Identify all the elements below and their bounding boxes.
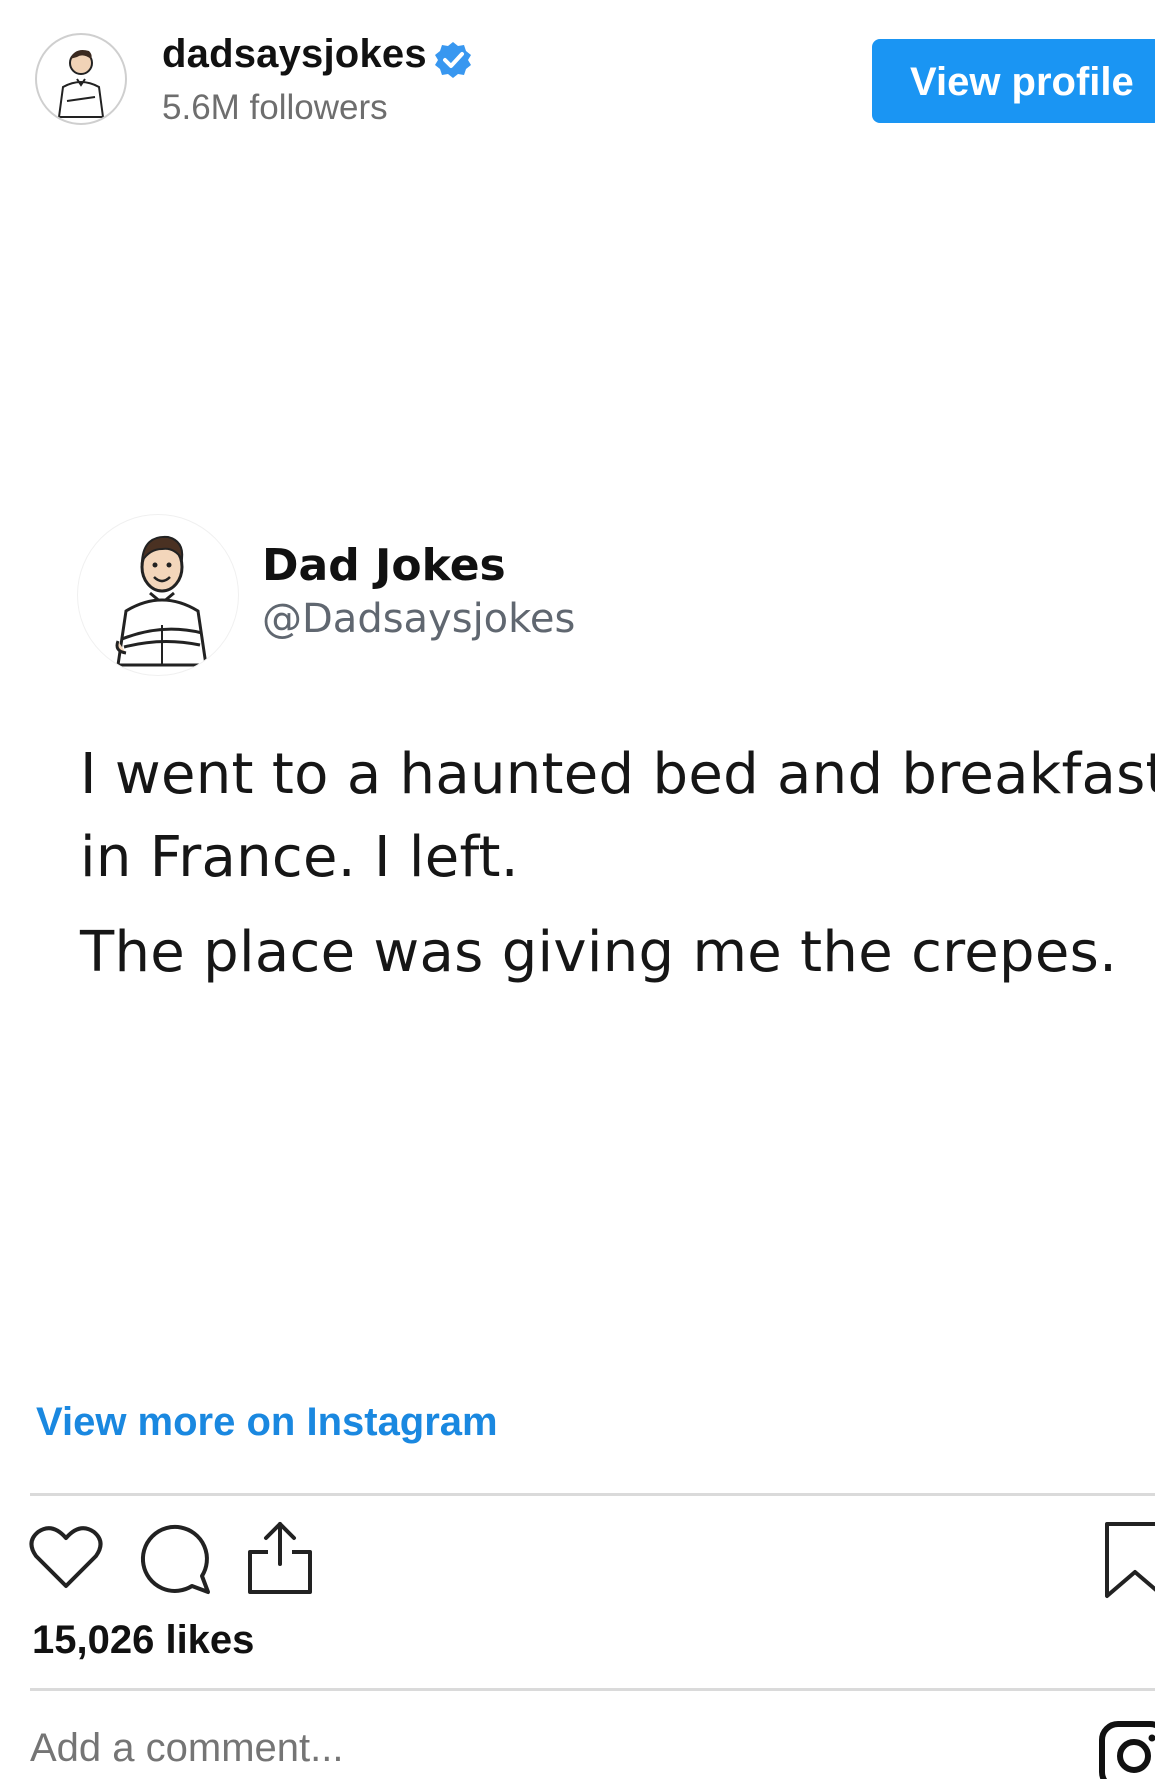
profile-avatar[interactable] (35, 33, 127, 125)
view-profile-button[interactable]: View profile (872, 39, 1155, 123)
post-header: dadsaysjokes 5.6M followers View profile (0, 0, 1155, 150)
tweet-display-name: Dad Jokes (262, 540, 506, 591)
account-username[interactable]: dadsaysjokes (162, 32, 427, 77)
view-more-link[interactable]: View more on Instagram (36, 1400, 498, 1445)
instagram-logo-icon[interactable] (1098, 1720, 1155, 1779)
divider (30, 1688, 1155, 1691)
comment-icon[interactable] (136, 1520, 212, 1596)
tweet-avatar (78, 515, 238, 675)
heart-icon[interactable] (28, 1522, 104, 1592)
tweet-handle: @Dadsaysjokes (262, 596, 576, 642)
share-icon[interactable] (244, 1516, 316, 1596)
bookmark-icon[interactable] (1103, 1520, 1155, 1600)
divider (30, 1493, 1155, 1496)
tweet-text-line: in France. I left. (80, 825, 519, 890)
tweet-text-line: I went to a haunted bed and breakfast (80, 742, 1155, 807)
verified-badge-icon (435, 42, 471, 78)
tweet-text-line: The place was giving me the crepes. (80, 920, 1118, 985)
post-image[interactable]: Dad Jokes @Dadsaysjokes I went to a haun… (0, 480, 1155, 1040)
follower-count: 5.6M followers (162, 88, 388, 127)
likes-count[interactable]: 15,026 likes (32, 1618, 254, 1663)
comment-input[interactable] (30, 1726, 730, 1771)
